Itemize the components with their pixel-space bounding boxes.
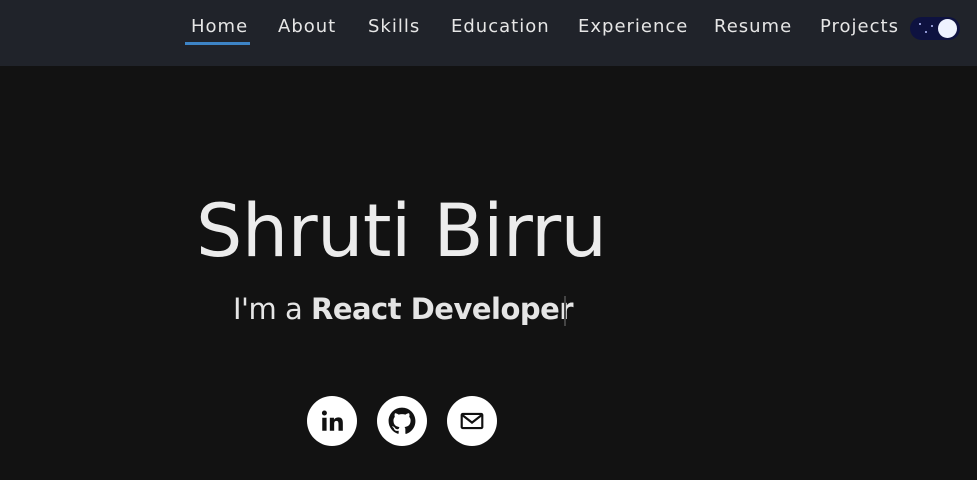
- star-icon: [931, 25, 933, 27]
- mail-icon: [460, 412, 484, 430]
- linkedin-button[interactable]: [307, 396, 357, 446]
- nav-experience[interactable]: Experience: [578, 14, 688, 40]
- theme-toggle[interactable]: [910, 17, 960, 40]
- nav-projects[interactable]: Projects: [820, 14, 899, 40]
- star-icon: [925, 31, 927, 33]
- hero-subtitle: I'm a React Developer: [233, 288, 574, 330]
- navbar: Home About Skills Education Experience R…: [0, 0, 977, 66]
- typing-caret: [564, 296, 566, 326]
- star-icon: [919, 23, 921, 25]
- moon-icon: [938, 19, 957, 38]
- subtitle-role: React Developer: [310, 292, 574, 326]
- nav-home[interactable]: Home: [184, 14, 251, 45]
- hero-name: Shruti Birru: [196, 189, 607, 274]
- nav-skills[interactable]: Skills: [368, 14, 420, 40]
- linkedin-icon: [321, 410, 343, 431]
- mail-button[interactable]: [447, 396, 497, 446]
- nav-about[interactable]: About: [278, 14, 336, 40]
- github-icon: [388, 407, 416, 434]
- github-button[interactable]: [377, 396, 427, 446]
- subtitle-prefix: I'm a: [233, 292, 311, 326]
- nav-education[interactable]: Education: [451, 14, 550, 40]
- nav-resume[interactable]: Resume: [714, 14, 792, 40]
